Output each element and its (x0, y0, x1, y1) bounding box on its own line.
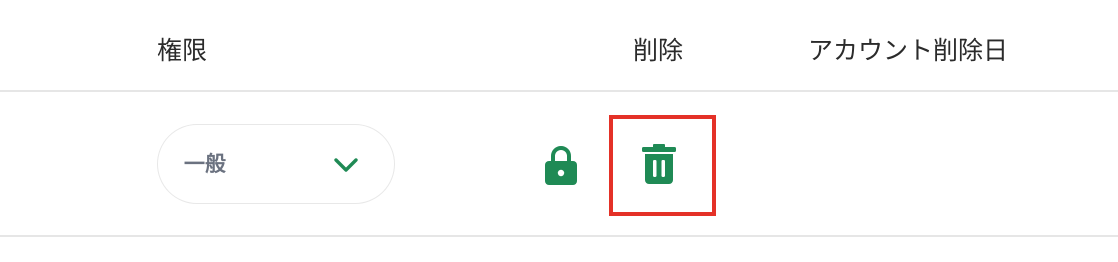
table-header-row: 権限 削除 アカウント削除日 (0, 0, 1118, 92)
permission-select-value: 一般 (184, 152, 226, 176)
column-header-account-deleted-date: アカウント削除日 (808, 36, 1009, 65)
lock-icon (544, 144, 578, 186)
trash-icon[interactable] (642, 144, 676, 184)
permission-select[interactable]: 一般 (157, 124, 395, 204)
column-header-delete: 削除 (633, 36, 684, 65)
column-header-permission: 権限 (157, 36, 208, 65)
table-row: 一般 (0, 92, 1118, 237)
chevron-down-icon (332, 151, 360, 179)
